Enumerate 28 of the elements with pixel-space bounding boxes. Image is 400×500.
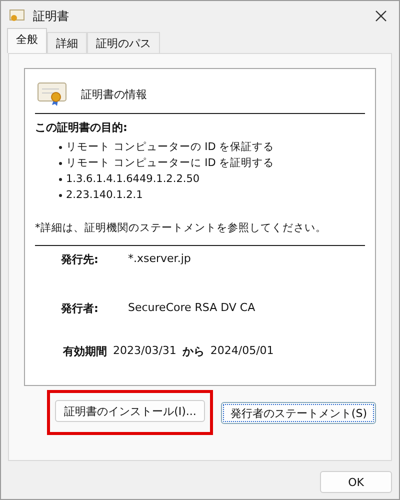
bullet-icon bbox=[59, 178, 62, 180]
purpose-item: 1.3.6.1.4.1.6449.1.2.2.50 bbox=[66, 173, 200, 185]
dialog-button[interactable]: 発行者のステートメント(S) bbox=[221, 402, 376, 424]
window-title: 証明書 bbox=[33, 8, 70, 24]
field-value: *.xserver.jp bbox=[128, 252, 191, 265]
field-value: 2024/05/01 bbox=[210, 344, 274, 359]
tab[interactable]: 全般 bbox=[7, 28, 47, 53]
dialog-button[interactable]: 証明書のインストール(I)... bbox=[55, 400, 206, 422]
field-label: 発行先: bbox=[61, 252, 100, 267]
purpose-title: この証明書の目的: bbox=[35, 120, 128, 135]
field-value: SecureCore RSA DV CA bbox=[128, 301, 256, 314]
purpose-item: リモート コンピューターに ID を証明する bbox=[66, 156, 274, 170]
note-text: *詳細は、証明機関のステートメントを参照してください。 bbox=[35, 221, 328, 235]
certificate-icon bbox=[37, 81, 67, 107]
ok-button[interactable]: OK bbox=[320, 471, 392, 493]
bullet-icon bbox=[59, 194, 62, 196]
field-label: 発行者: bbox=[61, 301, 100, 316]
purpose-item: 2.23.140.1.2.1 bbox=[66, 189, 143, 201]
certificate-icon bbox=[9, 9, 25, 23]
tab[interactable]: 詳細 bbox=[47, 32, 87, 53]
field-label: 有効期間 bbox=[63, 344, 107, 359]
tab[interactable]: 証明のパス bbox=[87, 32, 160, 53]
field-label: から bbox=[182, 344, 204, 359]
purpose-item: リモート コンピューターの ID を保証する bbox=[66, 140, 274, 154]
bullet-icon bbox=[59, 162, 62, 164]
section-heading: 証明書の情報 bbox=[81, 86, 147, 102]
field-value: 2023/03/31 bbox=[113, 344, 176, 359]
bullet-icon bbox=[59, 146, 62, 148]
